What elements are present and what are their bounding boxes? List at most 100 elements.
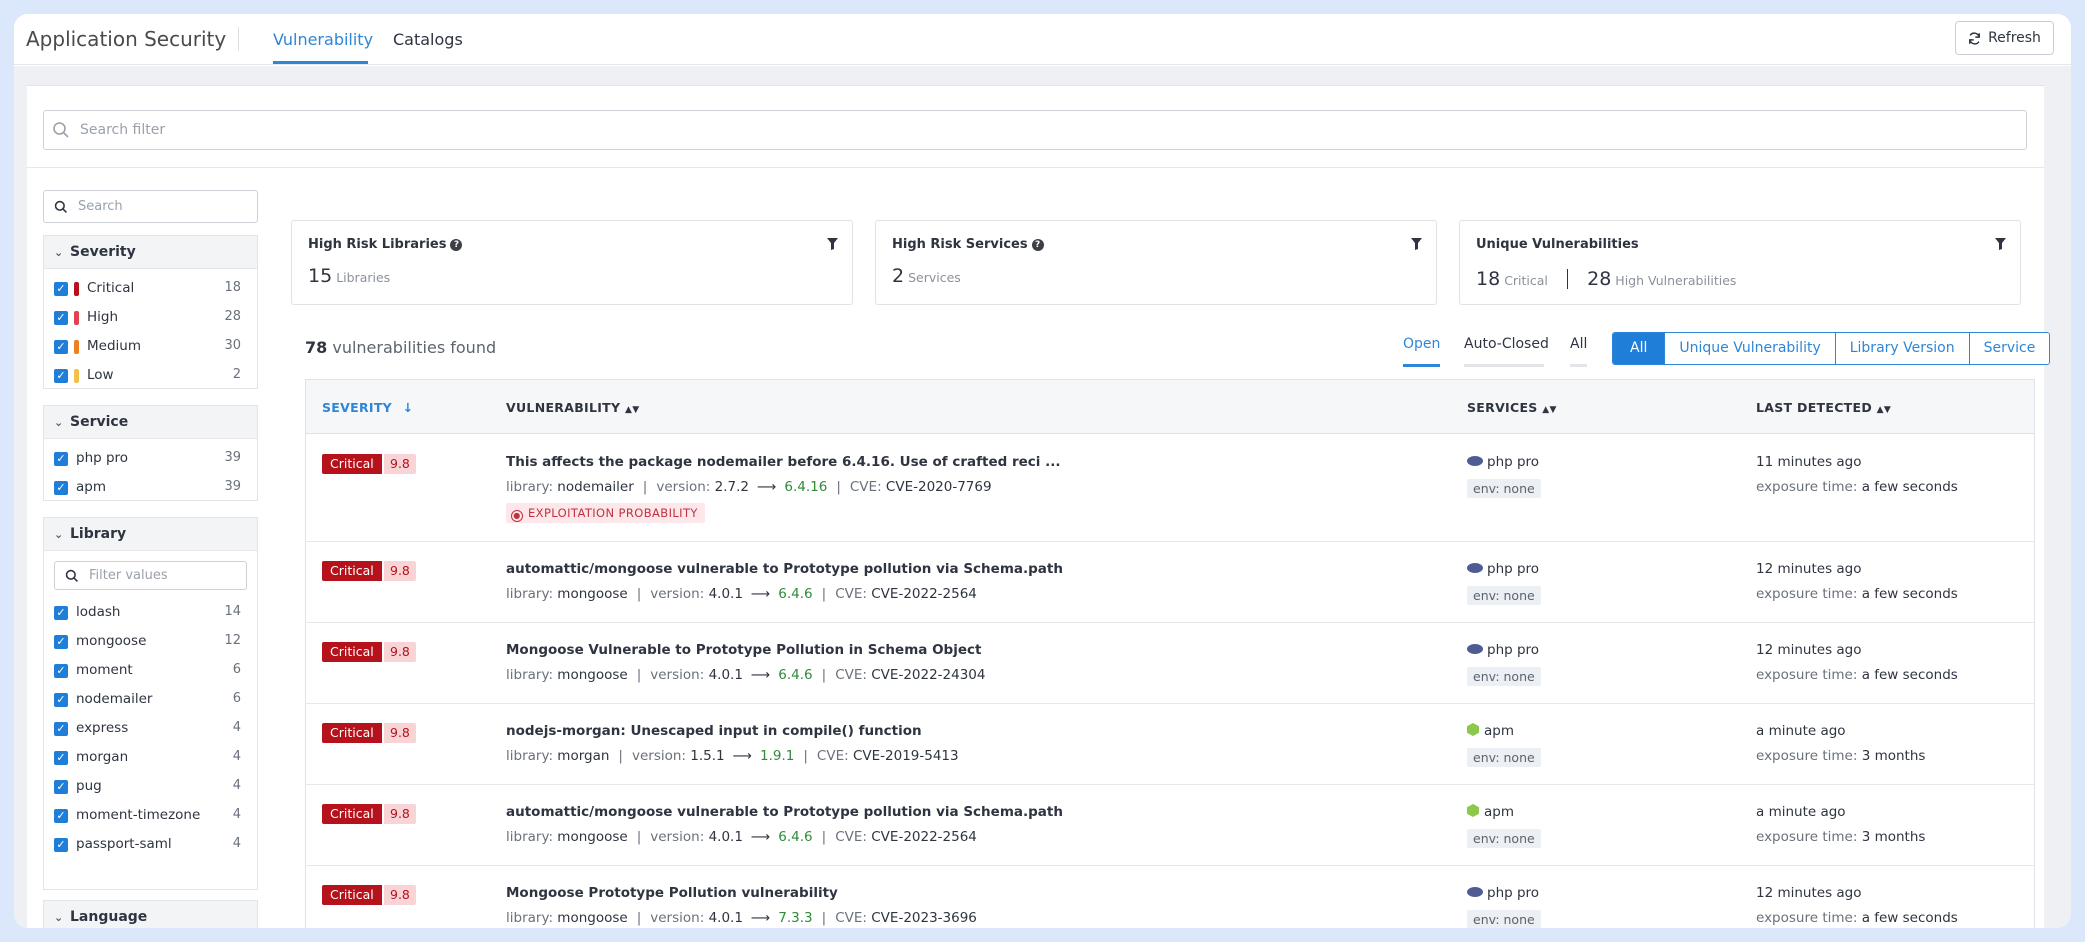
facet-option-passport-saml[interactable]: ✓ passport-saml 4 xyxy=(44,830,257,859)
sort-icon: ▲▼ xyxy=(1876,405,1892,415)
search-icon xyxy=(65,569,78,582)
filter-icon[interactable] xyxy=(1411,238,1422,250)
group-unique-vulnerability-button[interactable]: Unique Vulnerability xyxy=(1664,333,1835,364)
tab-all[interactable]: All xyxy=(1570,336,1587,352)
vulnerability-title[interactable]: This affects the package nodemailer befo… xyxy=(506,454,1061,470)
group-all-button[interactable]: All xyxy=(1613,333,1665,364)
facet-option-php-pro[interactable]: ✓ php pro 39 xyxy=(44,444,257,473)
service-name[interactable]: php pro xyxy=(1467,642,1539,658)
language-facet-header[interactable]: ⌄ Language xyxy=(44,901,257,928)
facet-option-express[interactable]: ✓ express 4 xyxy=(44,714,257,743)
php-icon xyxy=(1467,456,1483,466)
search-filter-input[interactable]: Search filter xyxy=(43,110,2027,150)
facet-count: 14 xyxy=(224,604,241,619)
table-row[interactable]: Critical 9.8 nodejs-morgan: Unescaped in… xyxy=(306,704,2034,785)
tab-auto-closed[interactable]: Auto-Closed xyxy=(1464,336,1549,352)
checkbox-checked[interactable]: ✓ xyxy=(54,838,68,852)
checkbox-checked[interactable]: ✓ xyxy=(54,751,68,765)
help-icon[interactable]: ? xyxy=(450,239,463,251)
facet-option-low[interactable]: ✓ Low 2 xyxy=(44,361,257,390)
checkbox-checked[interactable]: ✓ xyxy=(54,780,68,794)
card-value: 2 xyxy=(892,265,905,287)
facet-option-pug[interactable]: ✓ pug 4 xyxy=(44,772,257,801)
service-name[interactable]: php pro xyxy=(1467,561,1539,577)
table-row[interactable]: Critical 9.8 Mongoose Vulnerable to Prot… xyxy=(306,623,2034,704)
filter-icon[interactable] xyxy=(1995,238,2006,250)
checkbox-checked[interactable]: ✓ xyxy=(54,311,68,325)
checkbox-checked[interactable]: ✓ xyxy=(54,369,68,383)
facet-label: nodemailer xyxy=(76,691,153,707)
refresh-label: Refresh xyxy=(1988,30,2041,46)
table-row[interactable]: Critical 9.8 This affects the package no… xyxy=(306,435,2034,542)
table-row[interactable]: Critical 9.8 automattic/mongoose vulnera… xyxy=(306,542,2034,623)
last-detected: a minute ago xyxy=(1756,723,1846,739)
group-library-version-button[interactable]: Library Version xyxy=(1834,333,1969,364)
service-name[interactable]: php pro xyxy=(1467,454,1539,470)
service-name[interactable]: apm xyxy=(1467,723,1514,739)
checkbox-checked[interactable]: ✓ xyxy=(54,340,68,354)
chevron-down-icon: ⌄ xyxy=(54,528,64,541)
library-filter-input[interactable]: Filter values xyxy=(54,561,247,590)
column-services[interactable]: SERVICES ▲▼ xyxy=(1467,400,1557,415)
facet-option-high[interactable]: ✓ High 28 xyxy=(44,303,257,332)
service-name[interactable]: php pro xyxy=(1467,885,1539,901)
vulnerability-title[interactable]: Mongoose Vulnerable to Prototype Polluti… xyxy=(506,642,981,658)
checkbox-checked[interactable]: ✓ xyxy=(54,664,68,678)
table-row[interactable]: Critical 9.8 Mongoose Prototype Pollutio… xyxy=(306,866,2034,928)
severity-facet-header[interactable]: ⌄ Severity xyxy=(44,236,257,269)
checkbox-checked[interactable]: ✓ xyxy=(54,722,68,736)
warning-circle-icon: ● xyxy=(511,510,523,522)
facet-search-placeholder: Search xyxy=(78,199,123,214)
vulnerability-meta: library: mongoose | version: 4.0.1 ⟶ 7.3.3 | C… xyxy=(506,910,977,926)
vulnerability-title[interactable]: Mongoose Prototype Pollution vulnerabili… xyxy=(506,885,838,901)
facet-option-apm[interactable]: ✓ apm 39 xyxy=(44,473,257,502)
column-vulnerability[interactable]: VULNERABILITY ▲▼ xyxy=(506,400,639,415)
filter-icon[interactable] xyxy=(827,238,838,250)
chevron-down-icon: ⌄ xyxy=(54,911,64,924)
group-service-button[interactable]: Service xyxy=(1968,333,2050,364)
vulnerability-title[interactable]: nodejs-morgan: Unescaped input in compil… xyxy=(506,723,922,739)
env-badge: env: none xyxy=(1467,748,1541,767)
exposure-time: exposure time: 3 months xyxy=(1756,748,1926,764)
service-name[interactable]: apm xyxy=(1467,804,1514,820)
checkbox-checked[interactable]: ✓ xyxy=(54,693,68,707)
checkbox-checked[interactable]: ✓ xyxy=(54,606,68,620)
checkbox-checked[interactable]: ✓ xyxy=(54,809,68,823)
facet-option-moment[interactable]: ✓ moment 6 xyxy=(44,656,257,685)
facet-option-lodash[interactable]: ✓ lodash 14 xyxy=(44,598,257,627)
facet-count: 28 xyxy=(224,309,241,324)
service-facet: ⌄ Service ✓ php pro 39 ✓ apm 39 xyxy=(43,405,258,501)
table-row[interactable]: Critical 9.8 automattic/mongoose vulnera… xyxy=(306,785,2034,866)
facet-search-input[interactable]: Search xyxy=(43,190,258,223)
service-facet-header[interactable]: ⌄ Service xyxy=(44,406,257,439)
checkbox-checked[interactable]: ✓ xyxy=(54,635,68,649)
table-header: SEVERITY ↓ VULNERABILITY ▲▼ SERVICES ▲▼ … xyxy=(306,380,2034,434)
checkbox-checked[interactable]: ✓ xyxy=(54,282,68,296)
refresh-button[interactable]: Refresh xyxy=(1955,21,2054,55)
library-facet-header[interactable]: ⌄ Library xyxy=(44,518,257,551)
active-tab-underline xyxy=(273,61,368,64)
vulnerability-title[interactable]: automattic/mongoose vulnerable to Protot… xyxy=(506,561,1063,577)
facet-option-nodemailer[interactable]: ✓ nodemailer 6 xyxy=(44,685,257,714)
divider xyxy=(27,167,2044,168)
checkbox-checked[interactable]: ✓ xyxy=(54,481,68,495)
facet-option-critical[interactable]: ✓ Critical 18 xyxy=(44,274,257,303)
facet-option-medium[interactable]: ✓ Medium 30 xyxy=(44,332,257,361)
help-icon[interactable]: ? xyxy=(1031,239,1044,251)
vulnerability-title[interactable]: automattic/mongoose vulnerable to Protot… xyxy=(506,804,1063,820)
facet-label: passport-saml xyxy=(76,836,172,852)
facet-option-moment-timezone[interactable]: ✓ moment-timezone 4 xyxy=(44,801,257,830)
tab-open[interactable]: Open xyxy=(1403,336,1440,352)
checkbox-checked[interactable]: ✓ xyxy=(54,452,68,466)
facet-option-mongoose[interactable]: ✓ mongoose 12 xyxy=(44,627,257,656)
column-severity[interactable]: SEVERITY ↓ xyxy=(322,400,413,415)
column-last-detected[interactable]: LAST DETECTED ▲▼ xyxy=(1756,400,1891,415)
last-detected: 12 minutes ago xyxy=(1756,642,1862,658)
tab-vulnerability[interactable]: Vulnerability xyxy=(273,30,373,49)
severity-facet: ⌄ Severity ✓ Critical 18 ✓ High 28 ✓ Medium 30 … xyxy=(43,235,258,389)
severity-badge: Critical xyxy=(322,723,382,743)
facet-option-morgan[interactable]: ✓ morgan 4 xyxy=(44,743,257,772)
severity-badge: Critical xyxy=(322,642,382,662)
severity-swatch xyxy=(74,282,79,296)
tab-catalogs[interactable]: Catalogs xyxy=(393,30,463,49)
